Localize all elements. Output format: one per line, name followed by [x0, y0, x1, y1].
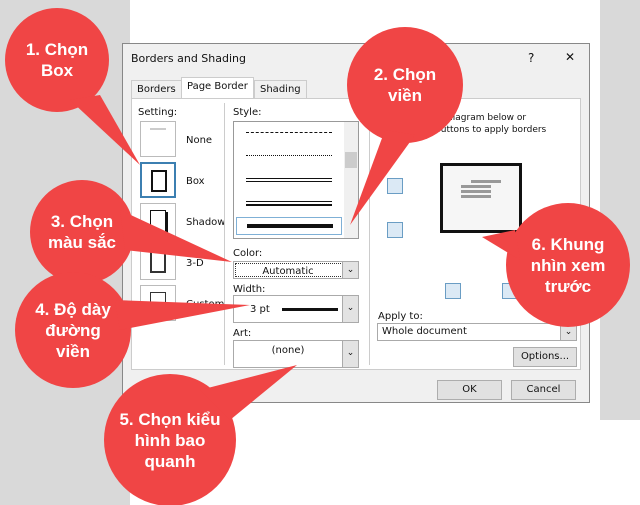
callout-4-tail [115, 300, 250, 330]
callout-4-text: 4. Độ dày đường viền [35, 299, 111, 361]
callout-2-tail [350, 130, 415, 225]
callout-1-text: 1. Chọn Box [25, 40, 89, 80]
callout-3-tail [120, 210, 232, 262]
callout-1-tail [70, 95, 140, 165]
callout-6-tail [482, 230, 520, 260]
callout-3-text: 3. Chọn màu sắc [47, 212, 117, 252]
callout-6-text: 6. Khung nhìn xem trước [530, 234, 606, 296]
callout-2-text: 2. Chọn viền [373, 65, 437, 105]
callout-5-text: 5. Chọn kiểu hình bao quanh [119, 409, 221, 471]
